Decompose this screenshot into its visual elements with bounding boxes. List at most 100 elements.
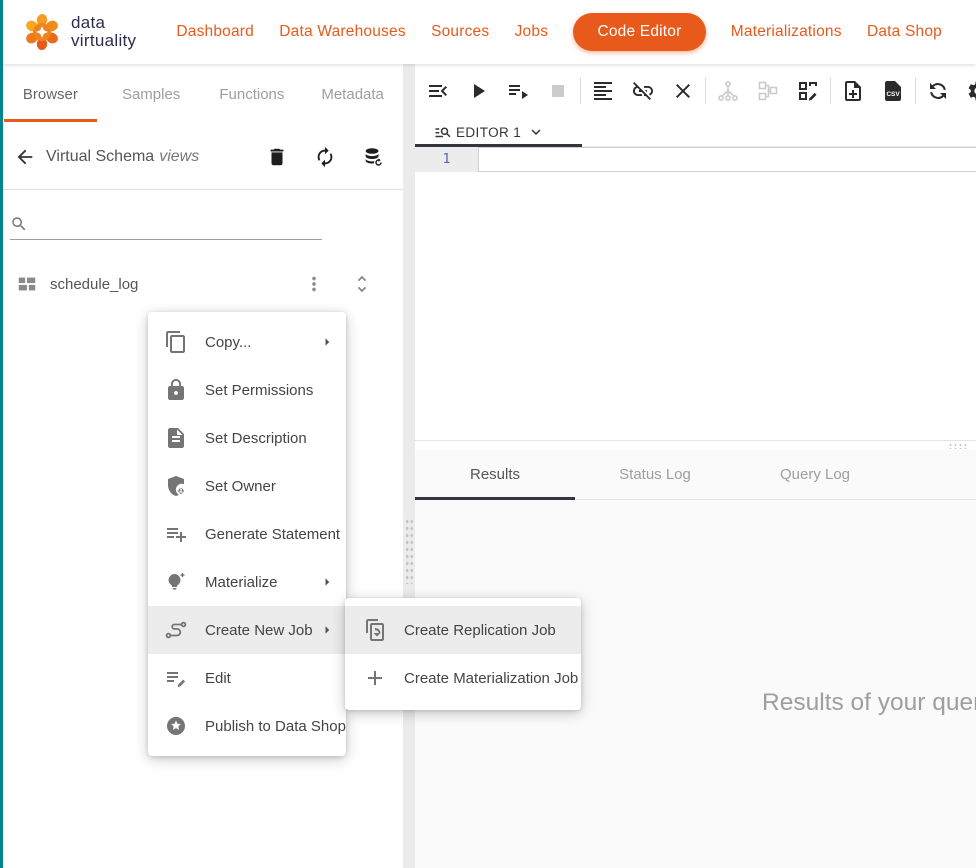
route-icon	[164, 618, 188, 642]
tab-metadata[interactable]: Metadata	[302, 64, 403, 124]
schema-name: views	[159, 148, 199, 166]
query-plan-tree-icon	[708, 71, 748, 111]
results-tabbar: Results Status Log Query Log	[415, 450, 976, 500]
menu-publish-to-data-shop[interactable]: Publish to Data Shop	[148, 702, 346, 750]
table-dashboard-icon	[16, 273, 38, 295]
divider-drag-handle[interactable]	[405, 518, 413, 584]
tab-editor-1[interactable]: EDITOR 1	[415, 118, 582, 146]
tree-item-label: schedule_log	[50, 276, 281, 293]
nav-data-shop[interactable]: Data Shop	[867, 23, 942, 41]
datavirtuality-logo[interactable]: data virtuality	[22, 12, 136, 52]
tab-browser-label: Browser	[23, 86, 78, 103]
star-circle-icon	[164, 714, 188, 738]
results-resize-divider[interactable]	[415, 440, 976, 450]
schema-search	[10, 215, 322, 240]
menu-edit[interactable]: Edit	[148, 654, 346, 702]
submenu-arrow-icon	[318, 333, 336, 351]
edit-grid-icon[interactable]	[788, 71, 828, 111]
edit-note-icon	[164, 666, 188, 690]
results-placeholder-text: Results of your querie	[762, 689, 976, 717]
panel-resize-divider[interactable]	[403, 64, 415, 868]
create-new-job-submenu: Create Replication Job Create Materializ…	[345, 598, 581, 710]
nav-dashboard[interactable]: Dashboard	[176, 23, 254, 41]
search-icon	[10, 215, 28, 233]
chevron-down-icon[interactable]	[527, 123, 545, 141]
disconnect-icon[interactable]	[623, 71, 663, 111]
toolbar-separator	[830, 78, 831, 104]
tab-results[interactable]: Results	[415, 450, 575, 499]
toolbar-separator	[580, 78, 581, 104]
refresh-schema-icon[interactable]	[357, 141, 389, 173]
active-code-line[interactable]	[478, 147, 976, 172]
delete-icon[interactable]	[261, 141, 293, 173]
replication-icon	[363, 618, 387, 642]
logo-wordmark: data virtuality	[71, 14, 136, 50]
submenu-create-replication-job[interactable]: Create Replication Job	[345, 606, 581, 654]
toolbar-separator	[915, 78, 916, 104]
active-tab-underline	[4, 119, 97, 123]
code-editor-panel: CSV EDITOR 1	[415, 64, 976, 868]
submenu-arrow-icon	[318, 621, 336, 639]
nav-jobs[interactable]: Jobs	[515, 23, 549, 41]
window-edge-accent	[0, 0, 3, 868]
editor-tabbar: EDITOR 1	[415, 118, 976, 147]
logo-flower-icon	[22, 12, 62, 52]
dependencies-tree-icon	[748, 71, 788, 111]
tab-functions[interactable]: Functions	[202, 64, 303, 124]
nav-links: Dashboard Data Warehouses Sources Jobs C…	[176, 13, 946, 51]
lightbulb-icon	[164, 570, 188, 594]
settings-icon[interactable]	[958, 71, 976, 111]
menu-materialize[interactable]: Materialize	[148, 558, 346, 606]
plus-icon	[363, 666, 387, 690]
top-navigation: data virtuality Dashboard Data Warehouse…	[0, 0, 976, 64]
description-icon	[164, 426, 188, 450]
tab-browser[interactable]: Browser	[0, 64, 101, 124]
export-csv-icon[interactable]: CSV	[873, 71, 913, 111]
menu-generate-statement[interactable]: Generate Statement	[148, 510, 346, 558]
new-file-icon[interactable]	[833, 71, 873, 111]
back-icon[interactable]	[10, 142, 40, 172]
copy-icon	[164, 330, 188, 354]
owner-shield-icon	[164, 474, 188, 498]
tab-status-log[interactable]: Status Log	[575, 450, 735, 499]
editor-tab-label: EDITOR 1	[456, 125, 521, 140]
submenu-create-materialization-job[interactable]: Create Materialization Job	[345, 654, 581, 702]
tab-samples[interactable]: Samples	[101, 64, 202, 124]
menu-set-description[interactable]: Set Description	[148, 414, 346, 462]
nav-code-editor-active[interactable]: Code Editor	[573, 13, 705, 51]
swap-refresh-icon[interactable]	[918, 71, 958, 111]
run-selection-icon[interactable]	[498, 71, 538, 111]
nav-data-warehouses[interactable]: Data Warehouses	[279, 23, 406, 41]
menu-set-owner[interactable]: Set Owner	[148, 462, 346, 510]
toolbar-separator	[705, 78, 706, 104]
more-vert-icon[interactable]	[299, 269, 329, 299]
manage-search-icon	[434, 123, 452, 141]
context-menu: Copy... Set Permissions Set Description …	[148, 312, 346, 756]
lock-icon	[164, 378, 188, 402]
unfold-more-icon[interactable]	[347, 269, 377, 299]
collapse-editor-icon[interactable]	[418, 71, 458, 111]
tree-item-schedule-log[interactable]: schedule_log	[0, 262, 403, 306]
format-query-icon[interactable]	[583, 71, 623, 111]
line-number: 1	[443, 152, 451, 167]
nav-sources[interactable]: Sources	[431, 23, 489, 41]
line-number-gutter: 1	[415, 147, 478, 172]
code-editor-area[interactable]: 1	[415, 147, 976, 440]
sidebar-tabs: Browser Samples Functions Metadata	[0, 64, 403, 124]
menu-create-new-job[interactable]: Create New Job	[148, 606, 346, 654]
sync-icon[interactable]	[309, 141, 341, 173]
menu-set-permissions[interactable]: Set Permissions	[148, 366, 346, 414]
run-icon[interactable]	[458, 71, 498, 111]
submenu-arrow-icon	[318, 573, 336, 591]
splitter-drag-handle[interactable]	[948, 443, 968, 449]
schema-title: Virtual Schema	[46, 148, 154, 166]
search-input[interactable]	[36, 217, 322, 233]
close-editor-icon[interactable]	[663, 71, 703, 111]
editor-toolbar: CSV	[415, 64, 976, 118]
tab-query-log[interactable]: Query Log	[735, 450, 895, 499]
menu-copy[interactable]: Copy...	[148, 318, 346, 366]
nav-materializations[interactable]: Materializations	[731, 23, 842, 41]
stop-icon	[538, 71, 578, 111]
schema-header: Virtual Schema views	[0, 124, 403, 190]
svg-text:CSV: CSV	[886, 91, 900, 98]
